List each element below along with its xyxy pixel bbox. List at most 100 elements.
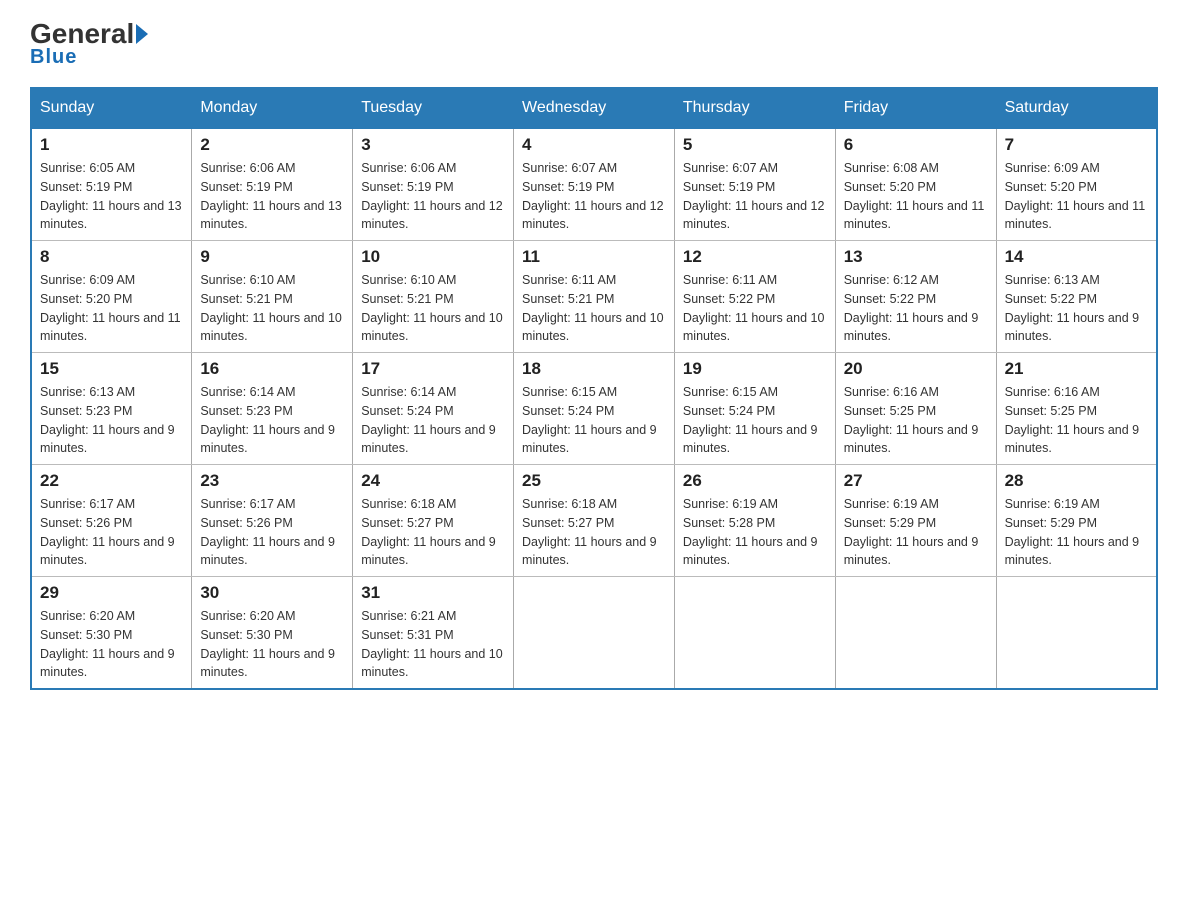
calendar-cell: 31 Sunrise: 6:21 AMSunset: 5:31 PMDaylig… — [353, 577, 514, 690]
calendar-cell — [514, 577, 675, 690]
day-info: Sunrise: 6:13 AMSunset: 5:23 PMDaylight:… — [40, 383, 183, 458]
day-number: 27 — [844, 471, 988, 491]
logo-triangle-icon — [136, 24, 148, 44]
day-info: Sunrise: 6:19 AMSunset: 5:28 PMDaylight:… — [683, 495, 827, 570]
header-friday: Friday — [835, 88, 996, 128]
day-number: 4 — [522, 135, 666, 155]
calendar-cell: 4 Sunrise: 6:07 AMSunset: 5:19 PMDayligh… — [514, 128, 675, 241]
day-info: Sunrise: 6:05 AMSunset: 5:19 PMDaylight:… — [40, 159, 183, 234]
calendar-cell: 2 Sunrise: 6:06 AMSunset: 5:19 PMDayligh… — [192, 128, 353, 241]
day-info: Sunrise: 6:11 AMSunset: 5:21 PMDaylight:… — [522, 271, 666, 346]
day-number: 17 — [361, 359, 505, 379]
header-thursday: Thursday — [674, 88, 835, 128]
day-number: 20 — [844, 359, 988, 379]
calendar-cell: 10 Sunrise: 6:10 AMSunset: 5:21 PMDaylig… — [353, 241, 514, 353]
calendar-cell — [835, 577, 996, 690]
calendar-cell: 30 Sunrise: 6:20 AMSunset: 5:30 PMDaylig… — [192, 577, 353, 690]
day-number: 31 — [361, 583, 505, 603]
logo-general-text: General — [30, 20, 134, 48]
day-info: Sunrise: 6:13 AMSunset: 5:22 PMDaylight:… — [1005, 271, 1148, 346]
week-row-5: 29 Sunrise: 6:20 AMSunset: 5:30 PMDaylig… — [31, 577, 1157, 690]
day-info: Sunrise: 6:10 AMSunset: 5:21 PMDaylight:… — [361, 271, 505, 346]
day-info: Sunrise: 6:16 AMSunset: 5:25 PMDaylight:… — [844, 383, 988, 458]
day-number: 21 — [1005, 359, 1148, 379]
day-info: Sunrise: 6:15 AMSunset: 5:24 PMDaylight:… — [522, 383, 666, 458]
day-number: 24 — [361, 471, 505, 491]
day-info: Sunrise: 6:11 AMSunset: 5:22 PMDaylight:… — [683, 271, 827, 346]
day-number: 2 — [200, 135, 344, 155]
calendar-cell — [674, 577, 835, 690]
day-info: Sunrise: 6:08 AMSunset: 5:20 PMDaylight:… — [844, 159, 988, 234]
day-number: 18 — [522, 359, 666, 379]
day-number: 30 — [200, 583, 344, 603]
calendar-table: SundayMondayTuesdayWednesdayThursdayFrid… — [30, 87, 1158, 690]
week-row-2: 8 Sunrise: 6:09 AMSunset: 5:20 PMDayligh… — [31, 241, 1157, 353]
page-header: General Blue — [30, 20, 1158, 69]
calendar-cell: 27 Sunrise: 6:19 AMSunset: 5:29 PMDaylig… — [835, 465, 996, 577]
day-number: 7 — [1005, 135, 1148, 155]
calendar-cell: 5 Sunrise: 6:07 AMSunset: 5:19 PMDayligh… — [674, 128, 835, 241]
calendar-cell: 15 Sunrise: 6:13 AMSunset: 5:23 PMDaylig… — [31, 353, 192, 465]
calendar-cell: 13 Sunrise: 6:12 AMSunset: 5:22 PMDaylig… — [835, 241, 996, 353]
header-monday: Monday — [192, 88, 353, 128]
calendar-cell: 6 Sunrise: 6:08 AMSunset: 5:20 PMDayligh… — [835, 128, 996, 241]
day-info: Sunrise: 6:21 AMSunset: 5:31 PMDaylight:… — [361, 607, 505, 682]
calendar-cell: 24 Sunrise: 6:18 AMSunset: 5:27 PMDaylig… — [353, 465, 514, 577]
day-info: Sunrise: 6:07 AMSunset: 5:19 PMDaylight:… — [683, 159, 827, 234]
header-wednesday: Wednesday — [514, 88, 675, 128]
day-info: Sunrise: 6:10 AMSunset: 5:21 PMDaylight:… — [200, 271, 344, 346]
calendar-cell: 17 Sunrise: 6:14 AMSunset: 5:24 PMDaylig… — [353, 353, 514, 465]
day-info: Sunrise: 6:19 AMSunset: 5:29 PMDaylight:… — [1005, 495, 1148, 570]
day-number: 29 — [40, 583, 183, 603]
day-number: 9 — [200, 247, 344, 267]
day-info: Sunrise: 6:18 AMSunset: 5:27 PMDaylight:… — [522, 495, 666, 570]
calendar-cell: 26 Sunrise: 6:19 AMSunset: 5:28 PMDaylig… — [674, 465, 835, 577]
header-tuesday: Tuesday — [353, 88, 514, 128]
logo: General Blue — [30, 20, 148, 69]
day-number: 16 — [200, 359, 344, 379]
day-info: Sunrise: 6:14 AMSunset: 5:23 PMDaylight:… — [200, 383, 344, 458]
day-number: 22 — [40, 471, 183, 491]
calendar-cell — [996, 577, 1157, 690]
calendar-cell: 18 Sunrise: 6:15 AMSunset: 5:24 PMDaylig… — [514, 353, 675, 465]
calendar-cell: 21 Sunrise: 6:16 AMSunset: 5:25 PMDaylig… — [996, 353, 1157, 465]
day-number: 12 — [683, 247, 827, 267]
day-info: Sunrise: 6:17 AMSunset: 5:26 PMDaylight:… — [40, 495, 183, 570]
header-saturday: Saturday — [996, 88, 1157, 128]
calendar-cell: 1 Sunrise: 6:05 AMSunset: 5:19 PMDayligh… — [31, 128, 192, 241]
week-row-4: 22 Sunrise: 6:17 AMSunset: 5:26 PMDaylig… — [31, 465, 1157, 577]
week-row-3: 15 Sunrise: 6:13 AMSunset: 5:23 PMDaylig… — [31, 353, 1157, 465]
day-number: 8 — [40, 247, 183, 267]
day-number: 5 — [683, 135, 827, 155]
day-number: 19 — [683, 359, 827, 379]
day-info: Sunrise: 6:20 AMSunset: 5:30 PMDaylight:… — [200, 607, 344, 682]
calendar-cell: 7 Sunrise: 6:09 AMSunset: 5:20 PMDayligh… — [996, 128, 1157, 241]
day-info: Sunrise: 6:09 AMSunset: 5:20 PMDaylight:… — [1005, 159, 1148, 234]
day-info: Sunrise: 6:17 AMSunset: 5:26 PMDaylight:… — [200, 495, 344, 570]
day-info: Sunrise: 6:09 AMSunset: 5:20 PMDaylight:… — [40, 271, 183, 346]
day-info: Sunrise: 6:14 AMSunset: 5:24 PMDaylight:… — [361, 383, 505, 458]
calendar-cell: 9 Sunrise: 6:10 AMSunset: 5:21 PMDayligh… — [192, 241, 353, 353]
day-info: Sunrise: 6:16 AMSunset: 5:25 PMDaylight:… — [1005, 383, 1148, 458]
day-info: Sunrise: 6:06 AMSunset: 5:19 PMDaylight:… — [361, 159, 505, 234]
calendar-cell: 22 Sunrise: 6:17 AMSunset: 5:26 PMDaylig… — [31, 465, 192, 577]
day-number: 6 — [844, 135, 988, 155]
calendar-cell: 19 Sunrise: 6:15 AMSunset: 5:24 PMDaylig… — [674, 353, 835, 465]
day-info: Sunrise: 6:06 AMSunset: 5:19 PMDaylight:… — [200, 159, 344, 234]
day-info: Sunrise: 6:12 AMSunset: 5:22 PMDaylight:… — [844, 271, 988, 346]
day-number: 28 — [1005, 471, 1148, 491]
day-number: 23 — [200, 471, 344, 491]
day-info: Sunrise: 6:18 AMSunset: 5:27 PMDaylight:… — [361, 495, 505, 570]
calendar-header-row: SundayMondayTuesdayWednesdayThursdayFrid… — [31, 88, 1157, 128]
day-number: 11 — [522, 247, 666, 267]
day-info: Sunrise: 6:07 AMSunset: 5:19 PMDaylight:… — [522, 159, 666, 234]
day-number: 14 — [1005, 247, 1148, 267]
calendar-cell: 16 Sunrise: 6:14 AMSunset: 5:23 PMDaylig… — [192, 353, 353, 465]
day-info: Sunrise: 6:19 AMSunset: 5:29 PMDaylight:… — [844, 495, 988, 570]
header-sunday: Sunday — [31, 88, 192, 128]
day-number: 3 — [361, 135, 505, 155]
day-number: 13 — [844, 247, 988, 267]
logo-blue-text: Blue — [30, 46, 77, 69]
day-number: 1 — [40, 135, 183, 155]
day-number: 10 — [361, 247, 505, 267]
